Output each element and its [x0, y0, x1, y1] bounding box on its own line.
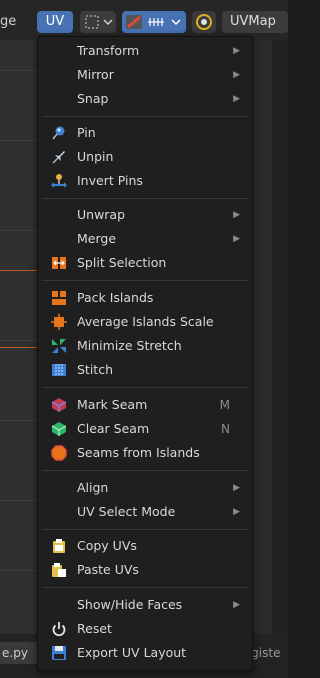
menu-item-label: Align [77, 480, 109, 495]
menu-item-clear-seam[interactable]: Clear Seam N [38, 418, 252, 440]
menu-separator [42, 529, 248, 530]
seams-from-islands-icon [51, 445, 67, 461]
menu-item-snap[interactable]: Snap ▶ [38, 88, 252, 110]
proportional-icon [196, 14, 212, 30]
minimize-stretch-icon [52, 339, 66, 353]
select-box-icon [85, 15, 113, 29]
menu-item-label: Merge [77, 231, 117, 246]
clear-seam-icon [51, 422, 67, 436]
image-menu-label[interactable]: ge [0, 11, 16, 33]
menu-item-uv-select-mode[interactable]: UV Select Mode ▶ [38, 501, 252, 523]
submenu-arrow-icon: ▶ [233, 70, 240, 80]
menu-item-label: Minimize Stretch [77, 338, 182, 353]
pack-islands-icon [52, 291, 66, 305]
menu-item-mirror[interactable]: Mirror ▶ [38, 64, 252, 86]
menu-item-split-selection[interactable]: Split Selection [38, 252, 252, 274]
menu-item-minimize-stretch[interactable]: Minimize Stretch [38, 335, 252, 357]
menu-item-label: Copy UVs [77, 538, 137, 553]
menu-item-label: Show/Hide Faces [77, 597, 183, 612]
menu-item-label: Unpin [77, 149, 114, 164]
average-islands-scale-icon [51, 314, 67, 330]
menu-item-label: Reset [77, 621, 112, 636]
menu-item-label: Pack Islands [77, 290, 154, 305]
menu-item-seams-from-islands[interactable]: Seams from Islands [38, 442, 252, 464]
menu-item-paste-uvs[interactable]: Paste UVs [38, 559, 252, 581]
menu-item-label: Mirror [77, 67, 114, 82]
menu-item-invert-pins[interactable]: Invert Pins [38, 170, 252, 192]
menu-separator [42, 387, 248, 388]
menu-item-unpin[interactable]: Unpin [38, 146, 252, 168]
uv-menu-button[interactable]: UV [37, 11, 73, 33]
uvmap-selector[interactable]: UVMap [222, 11, 288, 33]
menu-item-pack-islands[interactable]: Pack Islands [38, 287, 252, 309]
menu-item-stitch[interactable]: Stitch [38, 359, 252, 381]
submenu-arrow-icon: ▶ [233, 46, 240, 56]
menu-item-align[interactable]: Align ▶ [38, 477, 252, 499]
copy-icon [53, 539, 65, 553]
export-icon [52, 646, 66, 660]
submenu-arrow-icon: ▶ [233, 507, 240, 517]
menu-item-label: UV Select Mode [77, 504, 176, 519]
menu-separator [42, 116, 248, 117]
menu-item-label: Paste UVs [77, 562, 139, 577]
menu-item-label: Average Islands Scale [77, 314, 214, 329]
menu-item-pin[interactable]: Pin [38, 122, 252, 144]
menu-item-mark-seam[interactable]: Mark Seam M [38, 394, 252, 416]
menu-separator [42, 198, 248, 199]
paste-icon [52, 563, 66, 577]
unpin-icon [52, 151, 65, 164]
proportional-editing-toggle[interactable] [192, 11, 216, 33]
menu-item-label: Snap [77, 91, 109, 106]
menu-item-label: Stitch [77, 362, 114, 377]
invert-pins-icon [51, 174, 67, 188]
pin-icon [52, 126, 65, 140]
menu-item-label: Transform [77, 43, 140, 58]
script-file-tab[interactable]: e.py [0, 642, 40, 664]
menu-item-average-islands-scale[interactable]: Average Islands Scale [38, 311, 252, 333]
uv-editor-header: ge UV UVMap [0, 0, 288, 40]
submenu-arrow-icon: ▶ [233, 483, 240, 493]
power-icon [52, 622, 66, 637]
menu-item-copy-uvs[interactable]: Copy UVs [38, 535, 252, 557]
mark-seam-icon [51, 398, 67, 412]
stitch-icon [52, 364, 66, 376]
menu-item-label: Clear Seam [77, 421, 150, 436]
submenu-arrow-icon: ▶ [233, 210, 240, 220]
menu-item-label: Unwrap [77, 207, 126, 222]
menu-separator [42, 470, 248, 471]
menu-item-export-uv-layout[interactable]: Export UV Layout [38, 642, 252, 664]
menu-item-unwrap[interactable]: Unwrap ▶ [38, 204, 252, 226]
shortcut-hint: M [219, 398, 230, 412]
menu-item-label: Mark Seam [77, 397, 148, 412]
menu-separator [42, 587, 248, 588]
uv-sync-selection-toggle[interactable] [122, 11, 186, 33]
menu-item-label: Export UV Layout [77, 645, 187, 660]
select-mode-dropdown[interactable] [80, 11, 116, 33]
submenu-arrow-icon: ▶ [233, 94, 240, 104]
menu-item-label: Invert Pins [77, 173, 143, 188]
split-selection-icon [52, 257, 66, 269]
submenu-arrow-icon: ▶ [233, 600, 240, 610]
right-scrollbar[interactable] [272, 40, 288, 638]
menu-item-show-hide-faces[interactable]: Show/Hide Faces ▶ [38, 594, 252, 616]
menu-item-merge[interactable]: Merge ▶ [38, 228, 252, 250]
uv-dropdown-menu: Transform ▶ Mirror ▶ Snap ▶ Pin Unpin In… [37, 36, 253, 671]
sticky-selection-icon [126, 15, 181, 29]
shortcut-hint: N [221, 422, 230, 436]
menu-item-label: Split Selection [77, 255, 167, 270]
menu-item-transform[interactable]: Transform ▶ [38, 40, 252, 62]
menu-item-reset[interactable]: Reset [38, 618, 252, 640]
left-panel [0, 40, 40, 638]
menu-separator [42, 280, 248, 281]
menu-item-label: Pin [77, 125, 96, 140]
submenu-arrow-icon: ▶ [233, 234, 240, 244]
menu-item-label: Seams from Islands [77, 445, 200, 460]
